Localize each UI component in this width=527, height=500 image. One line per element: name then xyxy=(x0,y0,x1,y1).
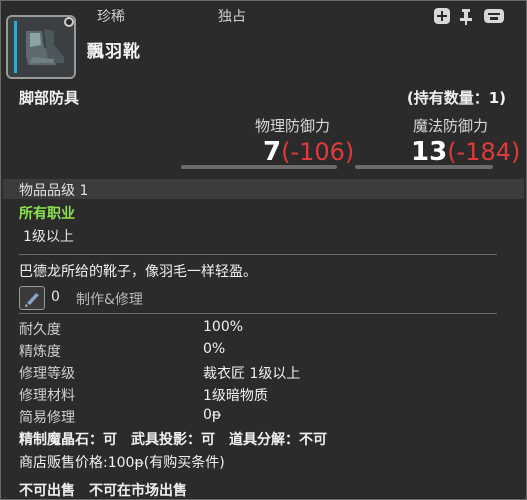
simple-repair-value: 0ᵽ xyxy=(203,407,222,423)
physical-defense-label: 物理防御力 xyxy=(255,117,331,135)
plus-icon[interactable] xyxy=(433,7,451,25)
repair-material-label: 修理材料 xyxy=(19,388,75,404)
item-level: 物品品级 1 xyxy=(19,183,89,199)
item-description: 巴德龙所给的靴子，像羽毛一样轻盈。 xyxy=(19,264,257,280)
divider xyxy=(19,313,497,314)
owned-count: (持有数量：1) xyxy=(406,89,506,107)
physical-defense-diff: (-106) xyxy=(281,138,355,166)
magic-defense-number: 13 xyxy=(411,137,448,167)
durability-label: 耐久度 xyxy=(19,322,61,338)
storage-icon[interactable] xyxy=(483,7,505,25)
item-name: 飄羽靴 xyxy=(87,42,141,62)
item-properties: 精制魔晶石：可 武具投影：可 道具分解：不可 xyxy=(19,432,327,448)
level-requirement: 1级以上 xyxy=(23,229,74,245)
spiritbond-value: 0% xyxy=(203,341,226,357)
crafting-label: 制作&修理 xyxy=(76,292,143,308)
divider xyxy=(19,254,497,255)
rare-tag: 珍稀 xyxy=(97,9,125,25)
crafting-icon xyxy=(19,286,45,310)
job-restriction: 所有职业 xyxy=(19,206,75,222)
status-dot-icon xyxy=(64,17,74,27)
item-tooltip: 珍稀 独占 飄羽靴 脚部防具 (持有数量：1) 物理防御力 魔法防御力 7(-1… xyxy=(0,0,527,500)
durability-value: 100% xyxy=(203,319,244,335)
item-level-band: 物品品级 1 xyxy=(3,179,524,199)
spiritbond-label: 精炼度 xyxy=(19,344,61,360)
unique-tag: 独占 xyxy=(218,9,246,25)
pin-icon[interactable] xyxy=(457,7,475,25)
repair-level-value: 裁衣匠 1级以上 xyxy=(203,366,301,382)
magic-defense-bar xyxy=(355,165,493,169)
magic-defense-label: 魔法防御力 xyxy=(413,117,489,135)
repair-level-label: 修理等级 xyxy=(19,366,75,382)
market-restrictions: 不可出售 不可在市场出售 xyxy=(19,483,187,499)
crafting-count: 0 xyxy=(51,289,60,305)
shop-price: 商店贩售价格:100ᵽ(有购买条件) xyxy=(19,455,225,471)
item-accent-bar xyxy=(14,21,17,73)
item-category: 脚部防具 xyxy=(19,89,80,107)
magic-defense-diff: (-184) xyxy=(447,138,521,166)
repair-material-value: 1级暗物质 xyxy=(203,388,268,404)
physical-defense-bar xyxy=(181,165,337,169)
simple-repair-label: 简易修理 xyxy=(19,410,75,426)
physical-defense-number: 7 xyxy=(263,137,282,167)
